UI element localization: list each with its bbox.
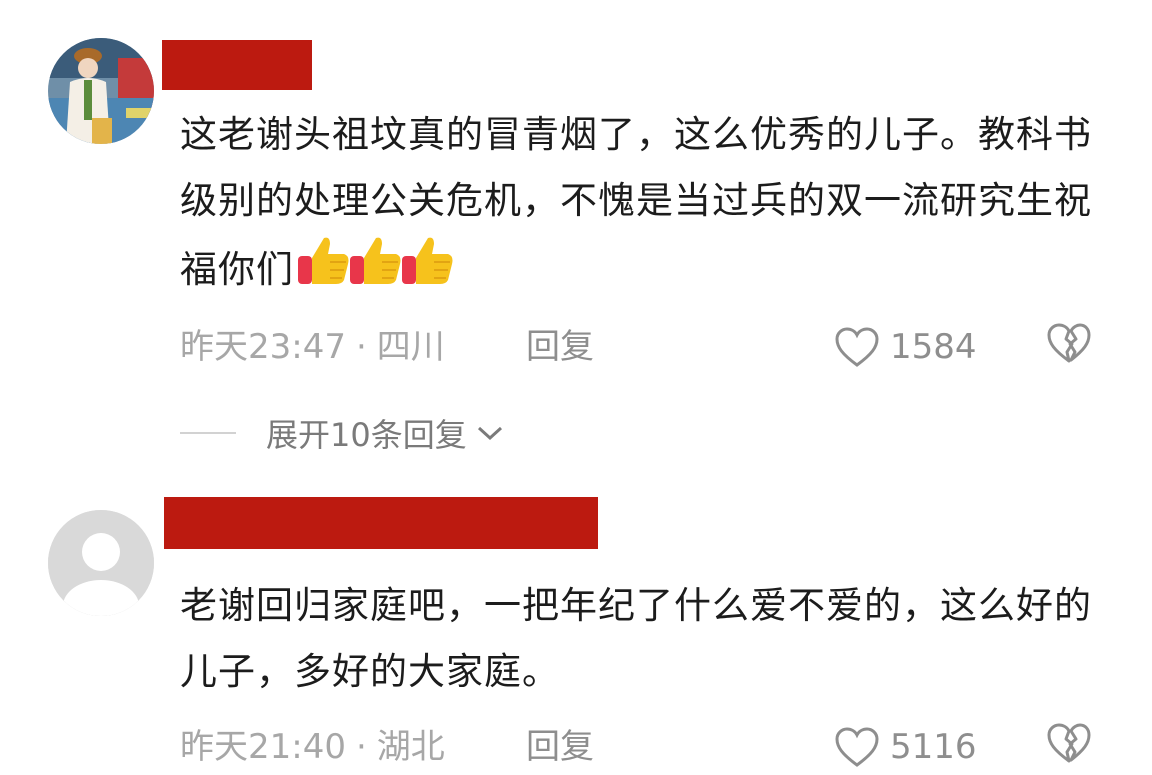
thumbs-up-icon bbox=[298, 237, 349, 284]
expand-replies-label: 展开10条回复 bbox=[266, 416, 467, 454]
meta-separator: · bbox=[355, 727, 367, 767]
comment-meta: 昨天21:40 · 湖北 bbox=[180, 722, 445, 772]
like-button[interactable]: 1584 bbox=[834, 322, 977, 372]
heart-icon bbox=[835, 727, 879, 767]
redacted-username bbox=[162, 40, 312, 90]
default-user-icon bbox=[48, 510, 154, 616]
chevron-down-icon bbox=[477, 426, 502, 441]
reply-button[interactable]: 回复 bbox=[526, 722, 594, 772]
thumbs-up-icon bbox=[350, 237, 401, 284]
like-count: 1584 bbox=[890, 327, 977, 367]
comment-text: 这老谢头祖坟真的冒青烟了，这么优秀的儿子。教科书级别的处理公关危机，不愧是当过兵… bbox=[180, 102, 1092, 309]
expand-replies-button[interactable]: 展开10条回复 bbox=[180, 410, 505, 456]
avatar[interactable] bbox=[48, 38, 154, 144]
broken-heart-icon bbox=[1047, 323, 1091, 363]
thumbs-up-emoji-group bbox=[296, 234, 453, 309]
redacted-username bbox=[164, 497, 598, 549]
broken-heart-icon bbox=[1047, 723, 1091, 763]
comment-meta: 昨天23:47 · 四川 bbox=[180, 322, 445, 372]
like-count: 5116 bbox=[890, 727, 977, 767]
expand-divider bbox=[180, 432, 236, 434]
thumbs-up-icon bbox=[402, 237, 453, 284]
avatar-default[interactable] bbox=[48, 510, 154, 616]
reply-button[interactable]: 回复 bbox=[526, 322, 594, 372]
comment-location: 四川 bbox=[376, 327, 445, 367]
comment-time: 昨天21:40 bbox=[180, 727, 346, 767]
comment-time: 昨天23:47 bbox=[180, 327, 346, 367]
dislike-button[interactable] bbox=[1046, 722, 1096, 772]
heart-icon bbox=[835, 327, 879, 367]
comment-text: 老谢回归家庭吧，一把年纪了什么爱不爱的，这么好的儿子，多好的大家庭。 bbox=[180, 584, 1092, 693]
comment-location: 湖北 bbox=[376, 727, 445, 767]
meta-separator: · bbox=[355, 327, 367, 367]
dislike-button[interactable] bbox=[1046, 322, 1096, 372]
like-button[interactable]: 5116 bbox=[834, 722, 977, 772]
